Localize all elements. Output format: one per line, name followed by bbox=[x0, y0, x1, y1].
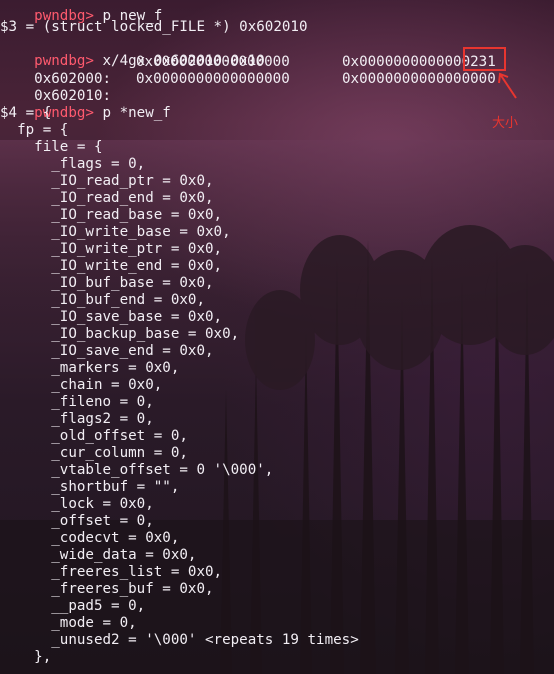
struct-field: _fileno = 0, bbox=[0, 394, 154, 410]
struct-field: _IO_buf_end = 0x0, bbox=[0, 292, 205, 308]
struct-field: _chain = 0x0, bbox=[0, 377, 163, 393]
struct-field: _vtable_offset = 0 '\000', bbox=[0, 462, 274, 478]
memory-value: 0x0000000000000000 bbox=[136, 54, 290, 70]
output-line: $3 = (struct locked_FILE *) 0x602010 bbox=[0, 19, 308, 35]
command-text: p *new_f bbox=[93, 105, 171, 121]
memory-value: 0x0000000000000000 bbox=[342, 71, 496, 87]
struct-field: _wide_data = 0x0, bbox=[0, 547, 197, 563]
struct-field: _IO_read_end = 0x0, bbox=[0, 190, 214, 206]
annotation-label: 大小 bbox=[492, 116, 519, 131]
output-line: file = { bbox=[0, 139, 103, 155]
memory-row: 0x602010: 0x0000000000000000 0x000000000… bbox=[0, 71, 554, 104]
struct-field: _freeres_list = 0x0, bbox=[0, 564, 223, 580]
struct-field: _cur_column = 0, bbox=[0, 445, 188, 461]
struct-field: _flags = 0, bbox=[0, 156, 146, 172]
struct-field: _mode = 0, bbox=[0, 615, 137, 631]
prompt-line-partial: pwndbg> p new_f bbox=[0, 0, 162, 24]
struct-field: _unused2 = '\000' <repeats 19 times> bbox=[0, 632, 359, 648]
output-line: fp = { bbox=[0, 122, 69, 138]
terminal-output: pwndbg> p new_f $3 = (struct locked_FILE… bbox=[0, 0, 554, 674]
struct-field: _IO_read_base = 0x0, bbox=[0, 207, 223, 223]
struct-field: _codecvt = 0x0, bbox=[0, 530, 180, 546]
struct-field: _IO_write_end = 0x0, bbox=[0, 258, 223, 274]
struct-field: _IO_save_base = 0x0, bbox=[0, 309, 223, 325]
struct-field: _offset = 0, bbox=[0, 513, 154, 529]
output-line: }, bbox=[0, 649, 52, 665]
struct-field: _flags2 = 0, bbox=[0, 411, 154, 427]
struct-field: _IO_backup_base = 0x0, bbox=[0, 326, 240, 342]
struct-field: _IO_write_ptr = 0x0, bbox=[0, 241, 223, 257]
struct-field: _IO_save_end = 0x0, bbox=[0, 343, 214, 359]
annotation-arrow-icon bbox=[498, 72, 517, 99]
struct-field: _IO_buf_base = 0x0, bbox=[0, 275, 214, 291]
struct-field: _markers = 0x0, bbox=[0, 360, 180, 376]
struct-field: _shortbuf = "", bbox=[0, 479, 180, 495]
output-line: $4 = { bbox=[0, 105, 52, 121]
prompt-line: pwndbg> x/4gx 0x602010-0x10 bbox=[0, 36, 265, 69]
struct-field: __pad5 = 0, bbox=[0, 598, 146, 614]
size-highlight-box bbox=[463, 47, 506, 71]
struct-field: _IO_read_ptr = 0x0, bbox=[0, 173, 214, 189]
struct-field: _old_offset = 0, bbox=[0, 428, 188, 444]
struct-field: _IO_write_base = 0x0, bbox=[0, 224, 231, 240]
prompt-line: pwndbg> p *new_f bbox=[0, 88, 171, 121]
memory-value: 0x0000000000000000 bbox=[136, 71, 290, 87]
struct-field: _lock = 0x0, bbox=[0, 496, 154, 512]
struct-field: _freeres_buf = 0x0, bbox=[0, 581, 214, 597]
